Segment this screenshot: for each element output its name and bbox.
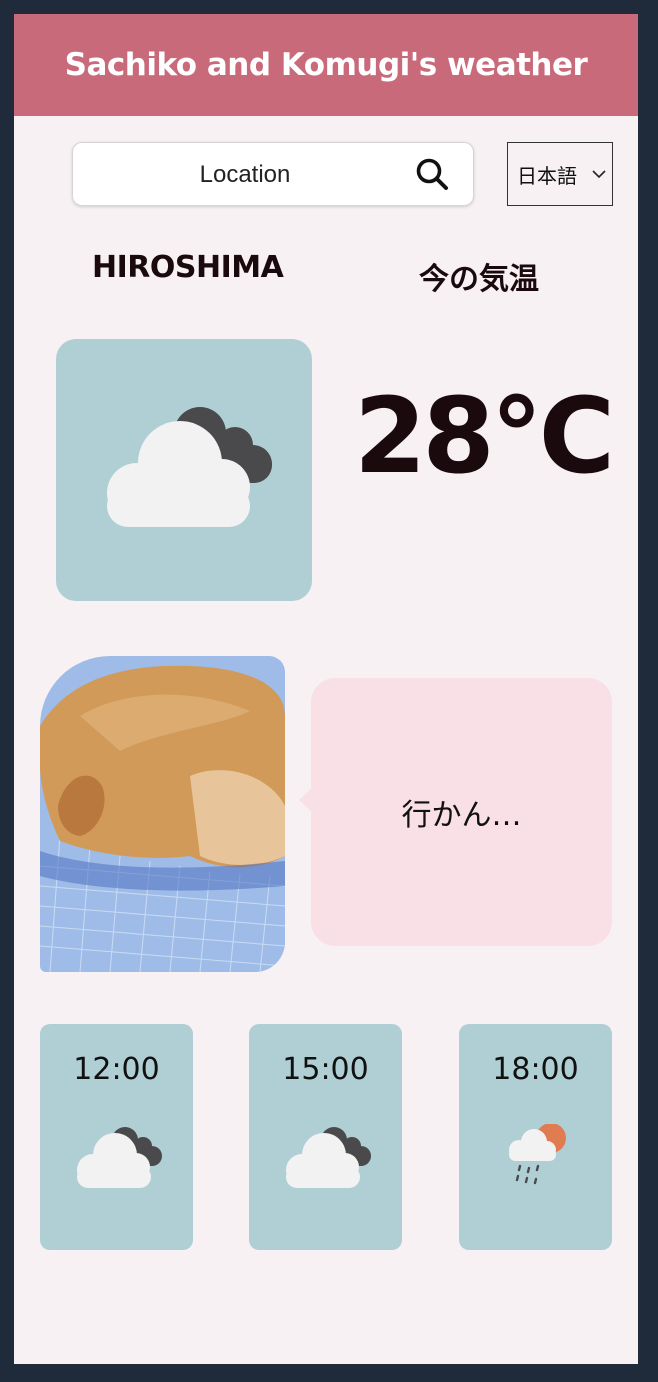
language-select[interactable]: 日本語	[507, 142, 613, 206]
dog-photo	[40, 656, 285, 972]
cloudy-icon	[286, 1127, 371, 1188]
speech-bubble-tail	[299, 788, 312, 812]
search-icon[interactable]	[415, 157, 449, 191]
city-name: HIROSHIMA	[92, 250, 284, 285]
current-temperature: 28°C	[354, 375, 615, 497]
speech-bubble-text: 行かん…	[401, 798, 522, 833]
hourly-time: 12:00	[73, 1052, 160, 1087]
cloudy-icon	[77, 1127, 162, 1188]
cloudy-icon	[107, 407, 272, 527]
app-title: Sachiko and Komugi's weather	[64, 47, 588, 83]
app-frame: Sachiko and Komugi's weather 日本語 HIROSHI…	[14, 14, 638, 1364]
rain-sun-icon	[509, 1124, 566, 1185]
search-input[interactable]	[73, 143, 417, 207]
hourly-time: 18:00	[492, 1052, 579, 1087]
chevron-down-icon	[592, 170, 606, 179]
header-bar: Sachiko and Komugi's weather	[14, 14, 638, 116]
speech-bubble: 行かん…	[299, 678, 612, 946]
current-temp-label: 今の気温	[419, 262, 539, 297]
language-selected: 日本語	[517, 165, 577, 188]
hourly-time: 15:00	[282, 1052, 369, 1087]
hourly-card: 15:00	[249, 1024, 402, 1250]
hourly-card: 12:00	[40, 1024, 193, 1250]
search-box	[72, 142, 474, 207]
hourly-card: 18:00	[459, 1024, 612, 1250]
current-weather-card	[56, 339, 312, 601]
